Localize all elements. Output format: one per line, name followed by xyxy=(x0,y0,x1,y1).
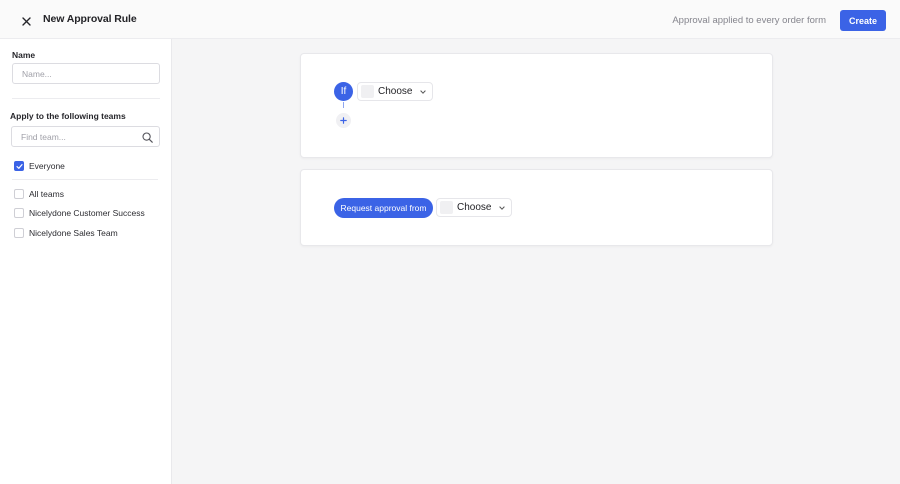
section-divider xyxy=(12,98,160,99)
sales-team-checkbox[interactable] xyxy=(14,228,24,238)
team-option-label: All teams xyxy=(29,189,64,199)
customer-success-checkbox[interactable] xyxy=(14,208,24,218)
everyone-label: Everyone xyxy=(29,161,65,171)
close-icon xyxy=(21,16,31,26)
team-list-divider xyxy=(12,179,158,180)
dropdown-label: Choose xyxy=(378,86,413,97)
team-option-label: Nicelydone Sales Team xyxy=(29,228,118,238)
dropdown-swatch xyxy=(440,201,453,214)
chevron-down-icon xyxy=(420,89,427,94)
approval-status-text: Approval applied to every order form xyxy=(672,15,826,26)
condition-choose-dropdown[interactable]: Choose xyxy=(357,82,434,101)
team-option-all-teams[interactable]: All teams xyxy=(14,188,64,200)
everyone-checkbox[interactable] xyxy=(14,161,24,171)
page-title: New Approval Rule xyxy=(43,13,137,25)
team-option-everyone[interactable]: Everyone xyxy=(14,160,65,172)
rule-settings-sidebar: Name Apply to the following teams Everyo… xyxy=(0,39,172,484)
add-condition-button[interactable] xyxy=(336,113,351,128)
team-option-customer-success[interactable]: Nicelydone Customer Success xyxy=(14,207,145,219)
chevron-down-icon xyxy=(499,205,506,210)
team-search-input[interactable] xyxy=(11,126,160,147)
approver-choose-dropdown[interactable]: Choose xyxy=(436,198,513,217)
team-option-label: Nicelydone Customer Success xyxy=(29,208,145,218)
check-icon xyxy=(15,163,23,169)
teams-label: Apply to the following teams xyxy=(10,111,126,121)
plus-icon xyxy=(340,117,347,124)
request-approval-button[interactable]: Request approval from xyxy=(334,198,433,218)
dropdown-label: Choose xyxy=(457,202,492,213)
team-option-sales-team[interactable]: Nicelydone Sales Team xyxy=(14,227,118,239)
condition-card: If Choose xyxy=(300,53,773,158)
search-icon[interactable] xyxy=(142,132,153,143)
name-input[interactable] xyxy=(12,63,160,84)
dropdown-swatch xyxy=(361,85,374,98)
approval-card: Request approval from Choose xyxy=(300,169,773,246)
create-button[interactable]: Create xyxy=(840,10,886,31)
all-teams-checkbox[interactable] xyxy=(14,189,24,199)
close-button[interactable] xyxy=(18,13,34,29)
if-node: If xyxy=(334,82,353,101)
name-label: Name xyxy=(12,50,36,60)
condition-connector xyxy=(343,102,344,108)
top-bar: New Approval Rule Approval applied to ev… xyxy=(0,0,900,39)
